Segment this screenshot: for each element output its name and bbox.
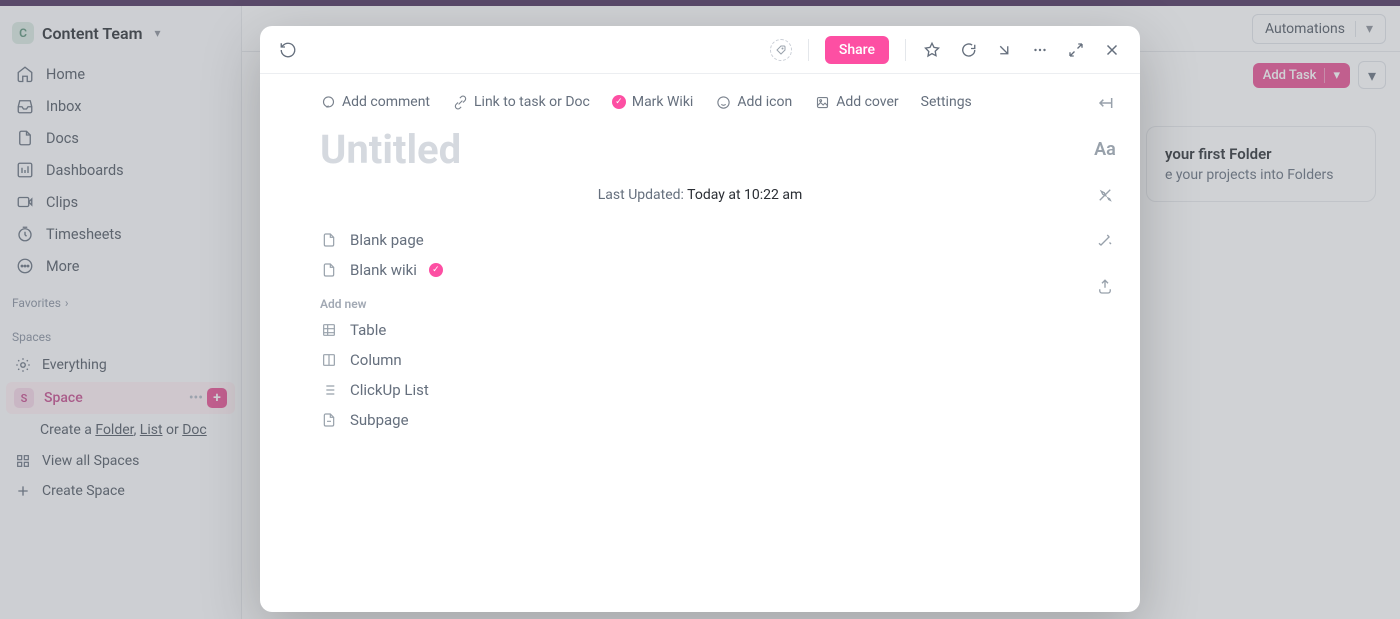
toolbar-label: Settings [921,94,972,110]
expand-icon[interactable] [1066,40,1086,60]
list-icon [320,381,338,399]
history-icon[interactable] [278,40,298,60]
add-new-item-label: Column [350,351,402,369]
link-task-button[interactable]: Link to task or Doc [452,94,590,110]
add-clickup-list[interactable]: ClickUp List [320,381,1080,399]
font-icon[interactable]: Aa [1094,138,1116,160]
magic-icon[interactable] [1094,230,1116,252]
template-label: Blank page [350,231,424,249]
subpage-icon [320,411,338,429]
toolbar-label: Add comment [342,94,430,110]
column-icon [320,351,338,369]
more-icon[interactable] [1030,40,1050,60]
wiki-badge-icon: ✓ [612,95,626,109]
add-new-item-label: Subpage [350,411,409,429]
settings-button[interactable]: Settings [921,94,972,110]
modal-overlay[interactable]: Share [0,6,1400,619]
last-updated: Last Updated: Today at 10:22 am [320,177,1080,231]
table-icon [320,321,338,339]
star-icon[interactable] [922,40,942,60]
add-subpage[interactable]: Subpage [320,411,1080,429]
template-blank-page[interactable]: Blank page [320,231,1080,249]
toolbar-label: Link to task or Doc [474,94,590,110]
width-toggle-icon[interactable] [1094,92,1116,114]
download-icon[interactable] [994,40,1014,60]
add-new-label: Add new [320,279,1080,321]
share-label: Share [839,42,875,58]
template-label: Blank wiki [350,261,417,279]
comment-icon [320,94,336,110]
export-icon[interactable] [1094,276,1116,298]
toolbar-label: Add icon [737,94,792,110]
template-blank-wiki[interactable]: Blank wiki ✓ [320,261,1080,279]
tag-icon[interactable] [770,39,792,61]
wiki-badge-icon: ✓ [429,263,443,277]
add-icon-button[interactable]: Add icon [715,94,792,110]
toolbar-label: Add cover [836,94,898,110]
comment-icon[interactable] [958,40,978,60]
toolbar-label: Mark Wiki [632,94,693,110]
doc-title-input[interactable]: Untitled [320,120,1080,177]
doc-editor-modal: Share [260,26,1140,612]
add-new-item-label: ClickUp List [350,381,429,399]
doc-toolbar: Add comment Link to task or Doc ✓ Mark W… [320,94,1080,120]
close-icon[interactable] [1102,40,1122,60]
modal-header: Share [260,26,1140,74]
divider [905,39,906,61]
ai-icon[interactable] [1094,184,1116,206]
share-button[interactable]: Share [825,36,889,64]
add-column[interactable]: Column [320,351,1080,369]
last-updated-value: Today at 10:22 am [687,187,802,203]
page-icon [320,231,338,249]
add-table[interactable]: Table [320,321,1080,339]
image-icon [814,94,830,110]
divider [808,39,809,61]
add-new-item-label: Table [350,321,386,339]
add-comment-button[interactable]: Add comment [320,94,430,110]
modal-body: Add comment Link to task or Doc ✓ Mark W… [260,74,1140,612]
right-rail: Aa [1094,92,1116,298]
emoji-icon [715,94,731,110]
link-icon [452,94,468,110]
mark-wiki-button[interactable]: ✓ Mark Wiki [612,94,693,110]
last-updated-label: Last Updated: [598,187,684,203]
add-cover-button[interactable]: Add cover [814,94,898,110]
page-icon [320,261,338,279]
